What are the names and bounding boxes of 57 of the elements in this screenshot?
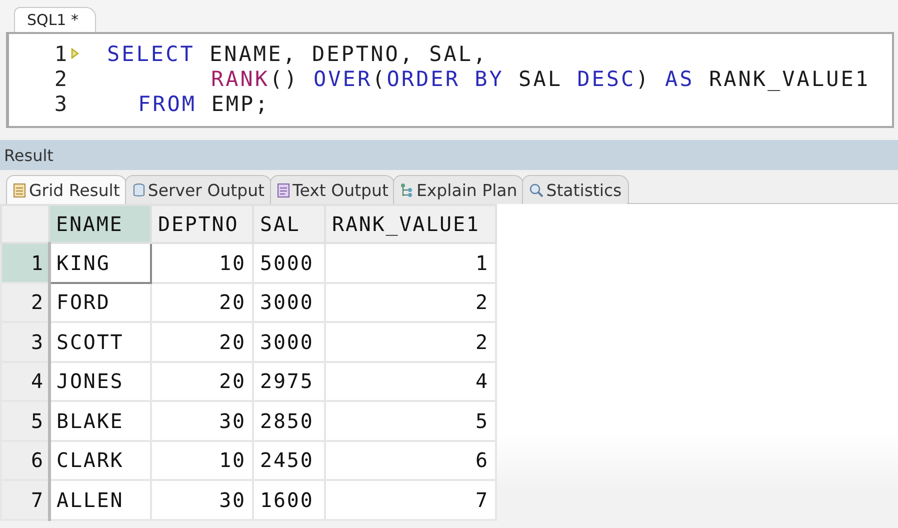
- table-cell: SCOTT: [49, 322, 151, 362]
- table-cell: FORD: [49, 282, 151, 322]
- table-cell: 10: [151, 440, 253, 480]
- result-tab[interactable]: Server Output: [124, 175, 272, 204]
- table-cell: 6: [325, 440, 496, 480]
- database-icon: [132, 182, 146, 198]
- table-cell: CLARK: [49, 440, 151, 480]
- table-cell: 2: [325, 322, 496, 362]
- table-cell: 5000: [253, 243, 325, 282]
- result-tab[interactable]: Text Output: [270, 175, 396, 204]
- result-tab[interactable]: Grid Result: [6, 175, 127, 204]
- row-number[interactable]: 6: [1, 440, 49, 480]
- table-cell: 10: [151, 243, 253, 282]
- table-cell: 20: [151, 362, 253, 401]
- row-number[interactable]: 1: [1, 243, 49, 282]
- table-cell: 2: [325, 282, 496, 322]
- code-line: SELECT ENAME, DEPTNO, SAL,: [107, 42, 488, 66]
- table-cell: 2975: [253, 362, 325, 401]
- table-cell: ALLEN: [49, 480, 151, 520]
- table-cell: 2450: [253, 440, 325, 480]
- table-cell: 1600: [253, 480, 325, 520]
- table-cell: 4: [325, 362, 496, 401]
- table-cell: 2850: [253, 401, 325, 440]
- table-cell: 5: [325, 401, 496, 440]
- row-number[interactable]: 3: [1, 322, 49, 362]
- column-header[interactable]: RANK_VALUE1: [325, 205, 496, 243]
- line-number: 3: [53, 92, 67, 116]
- result-tab[interactable]: Explain Plan: [393, 175, 524, 204]
- grid-icon: [13, 182, 27, 198]
- table-cell: 20: [151, 282, 253, 322]
- table-cell: 1: [325, 243, 496, 282]
- magnifier-icon: [529, 182, 544, 198]
- row-number[interactable]: 2: [1, 282, 49, 322]
- column-header[interactable]: SAL: [253, 205, 325, 243]
- row-number[interactable]: 5: [1, 401, 49, 440]
- column-header[interactable]: DEPTNO: [151, 205, 253, 243]
- column-header[interactable]: ENAME: [49, 205, 151, 243]
- table-cell: 7: [325, 480, 496, 520]
- result-tab[interactable]: Statistics: [522, 175, 629, 204]
- code-line: RANK() OVER(ORDER BY SAL DESC) AS RANK_VALUE1: [211, 66, 870, 90]
- table-cell: 30: [151, 480, 253, 520]
- editor-tab[interactable]: SQL1 *: [14, 7, 96, 32]
- table-cell: 20: [151, 322, 253, 362]
- code-line: FROM EMP;: [138, 92, 270, 116]
- table-cell: BLAKE: [49, 401, 151, 440]
- panel-title: Result: [4, 146, 54, 164]
- line-number: 1: [53, 42, 67, 66]
- line-number: 2: [53, 66, 67, 90]
- row-number[interactable]: 4: [1, 362, 49, 401]
- table-cell: 3000: [253, 322, 325, 362]
- table-cell: JONES: [49, 362, 151, 401]
- row-number[interactable]: 7: [1, 480, 49, 520]
- table-cell: KING: [49, 243, 151, 282]
- table-cell: 3000: [253, 282, 325, 322]
- document-icon: [276, 182, 291, 198]
- table-cell: 30: [151, 401, 253, 440]
- tree-icon: [400, 182, 414, 198]
